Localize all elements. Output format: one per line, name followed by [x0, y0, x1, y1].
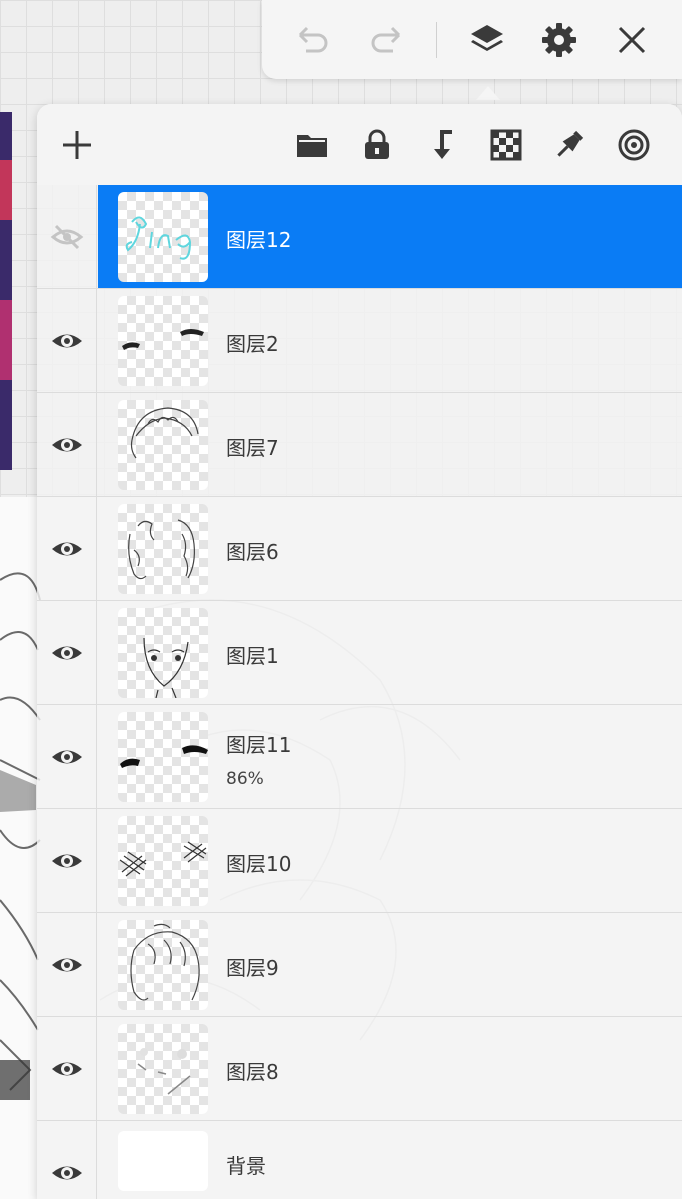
- eye-icon: [51, 334, 82, 347]
- layer-select-area[interactable]: 图层9: [98, 913, 682, 1016]
- layer-select-area[interactable]: 图层2: [98, 289, 682, 392]
- layer-name: 图层9: [226, 956, 279, 980]
- visibility-toggle[interactable]: [37, 705, 97, 808]
- layer-select-area[interactable]: 图层11 86%: [98, 705, 682, 808]
- layer-name: 背景: [226, 1154, 266, 1178]
- layer-thumbnail: [118, 712, 208, 802]
- visibility-toggle[interactable]: [37, 1121, 97, 1199]
- visibility-toggle[interactable]: [37, 913, 97, 1016]
- layer-list: 图层12 图层2 图层7 图层6 图层1 图层11 86% 图层10 图层9 图…: [37, 185, 682, 1199]
- pin-button[interactable]: [545, 121, 593, 169]
- layer-row[interactable]: 图层9: [37, 913, 682, 1017]
- layer-thumbnail: [118, 816, 208, 906]
- close-icon: [618, 26, 646, 54]
- layer-thumbnail: [118, 920, 208, 1010]
- eye-icon: [51, 958, 82, 971]
- visibility-toggle[interactable]: [37, 601, 97, 704]
- toolbar-divider: [436, 22, 437, 58]
- target-icon: [618, 129, 650, 161]
- layer-thumbnail: [118, 504, 208, 594]
- undo-icon: [298, 26, 328, 53]
- folder-icon: [297, 135, 327, 157]
- layer-thumbnail: [118, 1024, 208, 1114]
- layer-row[interactable]: 图层12: [37, 185, 682, 289]
- redo-icon: [371, 26, 401, 53]
- layers-button[interactable]: [463, 16, 511, 64]
- visibility-toggle[interactable]: [37, 289, 97, 392]
- eye-icon: [51, 438, 82, 451]
- layer-select-area[interactable]: 图层10: [98, 809, 682, 912]
- merge-down-icon: [434, 130, 452, 159]
- layer-select-area[interactable]: 图层8: [98, 1017, 682, 1120]
- layer-select-area[interactable]: 图层12: [98, 185, 682, 288]
- layer-select-area[interactable]: 图层1: [98, 601, 682, 704]
- layer-panel: 图层12 图层2 图层7 图层6 图层1 图层11 86% 图层10 图层9 图…: [37, 104, 682, 1199]
- eye-icon: [51, 854, 82, 867]
- visibility-toggle[interactable]: [37, 1017, 97, 1120]
- layer-name: 图层10: [226, 852, 292, 876]
- eye-icon: [51, 750, 82, 763]
- layer-row[interactable]: 图层2: [37, 289, 682, 393]
- layer-name: 图层7: [226, 436, 279, 460]
- layers-icon: [471, 25, 503, 51]
- layer-select-area[interactable]: 图层7: [98, 393, 682, 496]
- layer-name: 图层11: [226, 733, 292, 757]
- reference-layer-button[interactable]: [610, 121, 658, 169]
- layer-row[interactable]: 图层1: [37, 601, 682, 705]
- layer-row[interactable]: 图层6: [37, 497, 682, 601]
- eye-icon: [51, 542, 82, 555]
- layer-row[interactable]: 图层7: [37, 393, 682, 497]
- layer-name: 图层8: [226, 1060, 279, 1084]
- layer-name: 图层6: [226, 540, 279, 564]
- layer-select-area[interactable]: 背景: [98, 1121, 682, 1199]
- eye-icon: [51, 646, 82, 659]
- checkerboard-icon: [490, 129, 522, 161]
- settings-button[interactable]: [535, 16, 583, 64]
- layer-row[interactable]: 图层11 86%: [37, 705, 682, 809]
- layer-thumbnail: [118, 296, 208, 386]
- layer-row[interactable]: 图层8: [37, 1017, 682, 1121]
- lock-icon: [365, 129, 389, 159]
- gear-icon: [542, 23, 576, 57]
- layer-thumbnail: [118, 400, 208, 490]
- add-layer-button[interactable]: [53, 121, 101, 169]
- layer-thumbnail: [118, 192, 208, 282]
- layer-name: 图层2: [226, 332, 279, 356]
- eye-icon: [51, 1062, 82, 1075]
- layer-select-area[interactable]: 图层6: [98, 497, 682, 600]
- top-toolbar: [262, 0, 682, 79]
- merge-down-button[interactable]: [418, 121, 466, 169]
- lock-layer-button[interactable]: [353, 121, 401, 169]
- layer-row[interactable]: 图层10: [37, 809, 682, 913]
- visibility-toggle[interactable]: [37, 393, 97, 496]
- visibility-toggle[interactable]: [37, 497, 97, 600]
- layer-row-background[interactable]: 背景: [37, 1121, 682, 1199]
- plus-icon: [63, 131, 91, 159]
- new-folder-button[interactable]: [288, 121, 336, 169]
- layer-name: 图层12: [226, 228, 292, 252]
- redo-button[interactable]: [363, 16, 411, 64]
- layer-thumbnail: [118, 1131, 208, 1191]
- visibility-toggle[interactable]: [37, 185, 97, 288]
- pin-icon: [557, 130, 584, 157]
- transparency-lock-button[interactable]: [482, 121, 530, 169]
- close-button[interactable]: [608, 16, 656, 64]
- undo-button[interactable]: [288, 16, 336, 64]
- layer-thumbnail: [118, 608, 208, 698]
- layer-opacity: 86%: [226, 769, 264, 789]
- eye-hidden-icon: [50, 224, 83, 249]
- eye-icon: [51, 1166, 82, 1180]
- visibility-toggle[interactable]: [37, 809, 97, 912]
- popover-caret: [476, 86, 500, 100]
- layer-name: 图层1: [226, 644, 279, 668]
- layer-panel-toolbar: [37, 104, 682, 185]
